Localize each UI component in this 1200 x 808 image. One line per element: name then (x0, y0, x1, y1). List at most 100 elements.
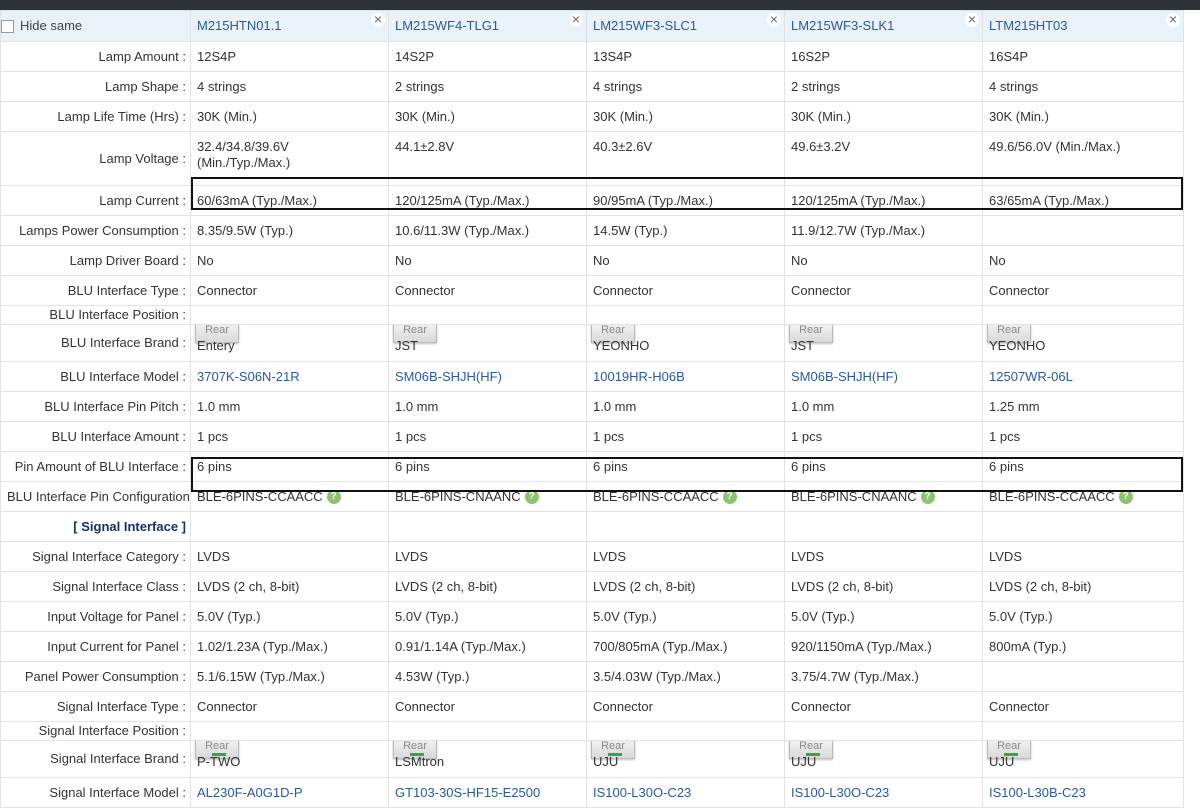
spec-value-cell (388, 305, 587, 325)
spec-value-cell: Connector (982, 275, 1184, 306)
spec-value-cell: LVDS (2 ch, 8-bit) (586, 571, 785, 602)
spec-value: Connector (395, 282, 455, 298)
spec-value[interactable]: 10019HR-H06B (593, 369, 685, 384)
model-name-link[interactable]: LM215WF3-SLC1 (593, 18, 697, 33)
spec-value: 4 strings (989, 78, 1039, 94)
spec-value[interactable]: SM06B-SHJH(HF) (395, 369, 502, 384)
spec-value: LVDS (989, 548, 1022, 564)
model-name-link[interactable]: LM215WF3-SLK1 (791, 18, 894, 33)
spec-value-cell: 920/1150mA (Typ./Max.) (784, 631, 983, 662)
spec-value: BLE-6PINS-CNAANC (791, 488, 917, 504)
model-name-link[interactable]: LTM215HT03 (989, 18, 1068, 33)
spec-row-blu-interface-brand: BLU Interface Brand : Rear Entery Rear JST Re… (0, 324, 1184, 362)
spec-value: LVDS (2 ch, 8-bit) (593, 578, 696, 594)
spec-row-input-current-for-panel: Input Current for Panel : 1.02/1.23A (Typ… (0, 631, 1184, 662)
spec-value-cell: Connector (784, 275, 983, 306)
spec-row-signal-interface-type: Signal Interface Type : Connector Connecto… (0, 691, 1184, 722)
spec-value: JST (791, 338, 815, 353)
remove-model-close-icon[interactable]: × (371, 12, 385, 27)
spec-value-cell: 44.1±2.8V (388, 131, 587, 186)
hide-same-cell: Hide same (0, 10, 191, 42)
spec-value-cell: BLE-6PINS-CCAACC? (982, 481, 1184, 512)
model-header-row: Hide same M215HTN01.1 × LM215WF4-TLG1 × LM215… (0, 10, 1184, 42)
spec-value-cell (982, 305, 1184, 325)
spec-value-cell (982, 215, 1184, 246)
spec-value-cell: 1.0 mm (586, 391, 785, 422)
spec-value: YEONHO (989, 338, 1046, 353)
spec-label: Lamp Voltage : (0, 131, 191, 186)
spec-value-cell: 90/95mA (Typ./Max.) (586, 185, 785, 216)
spec-value-cell: No (388, 245, 587, 276)
spec-label: BLU Interface Model : (0, 361, 191, 392)
remove-model-close-icon[interactable]: × (1166, 12, 1180, 27)
hide-same-checkbox[interactable] (1, 20, 14, 34)
spec-value[interactable]: AL230F-A0G1D-P (197, 785, 303, 800)
signal-interface-section: [ Signal Interface ] (0, 511, 1184, 542)
spec-value: 1 pcs (395, 428, 427, 444)
spec-value: 6 pins (593, 458, 628, 474)
spec-value-cell: No (190, 245, 389, 276)
spec-row-signal-interface-model: Signal Interface Model : AL230F-A0G1D-P GT… (0, 777, 1184, 808)
spec-value-cell: Rear YEONHO (982, 324, 1184, 362)
spec-row-signal-interface-class: Signal Interface Class : LVDS (2 ch, 8-bi… (0, 571, 1184, 602)
spec-value: 120/125mA (Typ./Max.) (395, 192, 530, 208)
spec-value-cell: 1 pcs (388, 421, 587, 452)
spec-value-cell: No (784, 245, 983, 276)
spec-value[interactable]: GT103-30S-HF15-E2500 (395, 785, 540, 800)
spec-value-cell: 800mA (Typ.) (982, 631, 1184, 662)
help-question-icon[interactable]: ? (524, 490, 539, 505)
spec-value: 3.5/4.03W (Typ./Max.) (593, 668, 721, 684)
spec-value[interactable]: 3707K-S06N-21R (197, 369, 300, 384)
remove-model-close-icon[interactable]: × (767, 12, 781, 27)
spec-value: LVDS (2 ch, 8-bit) (395, 578, 498, 594)
spec-value: 5.0V (Typ.) (989, 608, 1053, 624)
rear-label: Rear (205, 740, 229, 753)
remove-model-close-icon[interactable]: × (569, 12, 583, 27)
model-name-link[interactable]: M215HTN01.1 (197, 18, 282, 33)
spec-value: JST (395, 338, 419, 353)
spec-value[interactable]: IS100-L30O-C23 (593, 785, 691, 800)
spec-value: 30K (Min.) (395, 108, 455, 124)
spec-value: 30K (Min.) (791, 108, 851, 124)
rear-label: Rear (205, 324, 229, 337)
spec-value[interactable]: SM06B-SHJH(HF) (791, 369, 898, 384)
spec-row-blu-interface-amount: BLU Interface Amount : 1 pcs 1 pcs 1 pcs 1 p… (0, 421, 1184, 452)
spec-label: Lamp Current : (0, 185, 191, 216)
spec-label: Lamp Driver Board : (0, 245, 191, 276)
spec-value-cell: 16S4P (982, 41, 1184, 72)
spec-value-cell: 3707K-S06N-21R (190, 361, 389, 392)
help-question-icon[interactable]: ? (326, 490, 341, 505)
spec-row-lamp-life-time-hrs: Lamp Life Time (Hrs) : 30K (Min.) 30K (Min… (0, 101, 1184, 132)
spec-value[interactable]: 12507WR-06L (989, 369, 1073, 384)
help-question-icon[interactable]: ? (920, 490, 935, 505)
spec-value[interactable]: IS100-L30B-C23 (989, 785, 1086, 800)
spec-value-line2: (Min./Typ./Max.) (197, 155, 291, 170)
spec-value-cell: Rear UJU (784, 740, 983, 778)
spec-value-cell: LVDS (2 ch, 8-bit) (982, 571, 1184, 602)
spec-label: Input Current for Panel : (0, 631, 191, 662)
spec-value-cell: LVDS (784, 541, 983, 572)
spec-value-cell: 40.3±2.6V (586, 131, 785, 186)
model-column-header: M215HTN01.1 × (190, 10, 389, 42)
help-question-icon[interactable]: ? (1118, 490, 1133, 505)
spec-value-cell: BLE-6PINS-CNAANC? (784, 481, 983, 512)
spec-value-cell: 6 pins (388, 451, 587, 482)
model-name-link[interactable]: LM215WF4-TLG1 (395, 18, 499, 33)
spec-value: 14.5W (Typ.) (593, 222, 668, 238)
spec-value: BLE-6PINS-CCAACC (197, 488, 323, 504)
spec-row-lamp-driver-board: Lamp Driver Board : No No No No No (0, 245, 1184, 276)
spec-value: 30K (Min.) (593, 108, 653, 124)
spec-value-cell: Rear JST (388, 324, 587, 362)
spec-value: 16S4P (989, 48, 1029, 64)
spec-value-cell: 10019HR-H06B (586, 361, 785, 392)
spec-label: BLU Interface Pin Pitch : (0, 391, 191, 422)
spec-value-cell: Connector (586, 691, 785, 722)
spec-value: BLE-6PINS-CCAACC (593, 488, 719, 504)
spec-value-cell: 11.9/12.7W (Typ./Max.) (784, 215, 983, 246)
remove-model-close-icon[interactable]: × (965, 12, 979, 27)
spec-value-cell: 5.0V (Typ.) (388, 601, 587, 632)
spec-value: 5.0V (Typ.) (791, 608, 855, 624)
spec-value[interactable]: IS100-L30O-C23 (791, 785, 889, 800)
help-question-icon[interactable]: ? (722, 490, 737, 505)
spec-label: Pin Amount of BLU Interface : (0, 451, 191, 482)
